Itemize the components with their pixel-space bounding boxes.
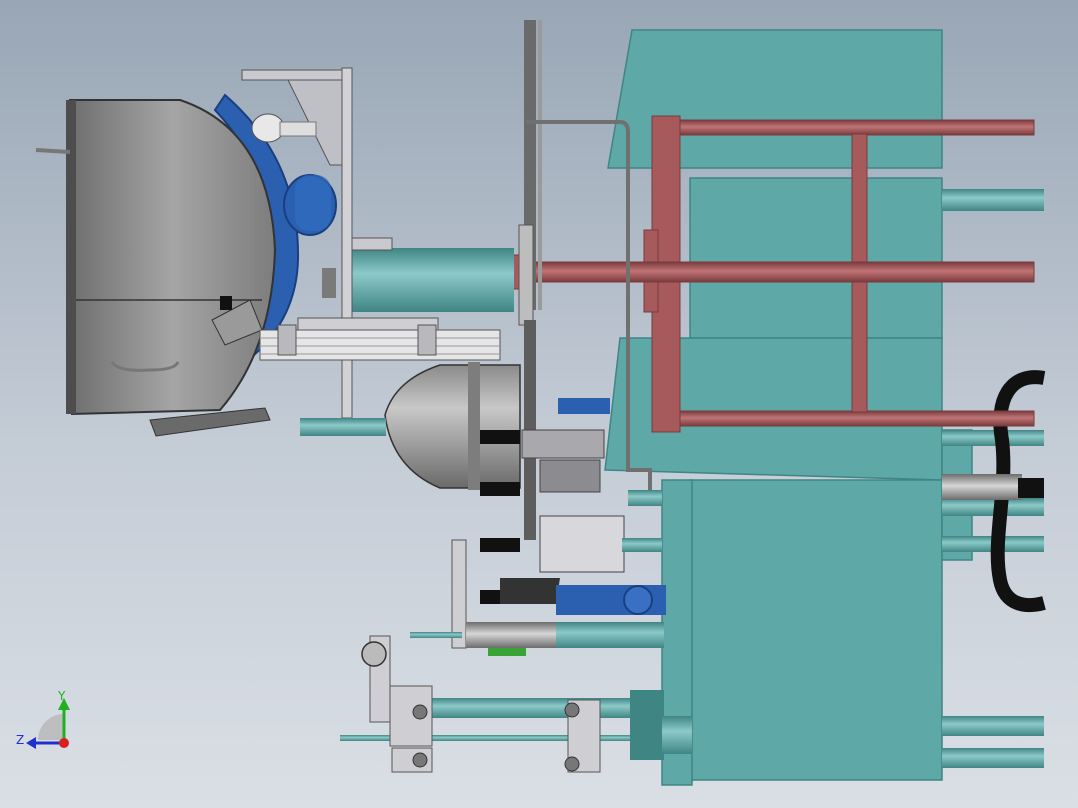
coordinate-triad-icon [26,698,70,749]
green-cylinder [488,648,526,656]
housing-base-block [689,479,943,781]
bottom-brackets [340,635,692,773]
red-rail-bottom [661,410,1035,427]
gauge-knob [361,641,387,667]
drum-lip [66,100,76,414]
rod [942,189,1044,211]
cad-viewport[interactable]: Y Z [0,0,1078,808]
triad-z-label: Z [16,733,25,747]
white-knob [251,113,285,143]
clamp-knob [220,296,232,310]
gray-coupling [942,474,1022,500]
rod [942,430,1044,446]
rod [942,716,1044,736]
rod [942,748,1044,768]
black-coupling [1018,478,1044,498]
central-teal-shaft [352,248,514,312]
red-shaft [511,261,1035,283]
motor-cap [295,175,331,231]
linear-rail [259,317,501,361]
x-axis-dot [59,738,69,748]
rod [942,498,1044,516]
white-shaft [279,121,317,137]
knob-rod [35,148,71,154]
machine-assembly-view [26,20,1046,786]
triad-y-label: Y [58,689,66,703]
z-axis-head [26,737,36,749]
drum-assembly [35,93,337,437]
flange-ring [468,362,480,490]
red-rail-top [661,119,1035,136]
cone-nose [300,362,521,490]
housing-middle-block [689,177,943,339]
shaft-stub [322,268,336,298]
